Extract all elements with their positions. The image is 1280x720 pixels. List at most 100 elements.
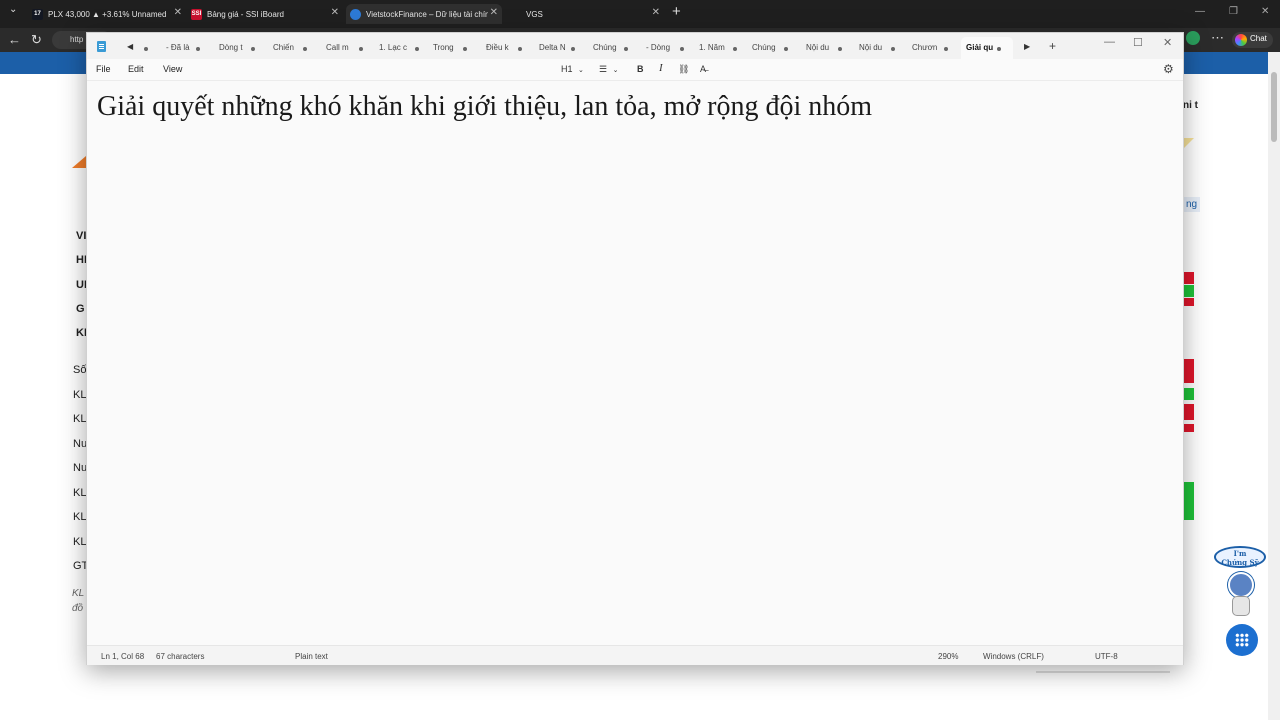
chung-sy-mascot[interactable]: I'm Chứng Sỹ — [1214, 546, 1266, 616]
link-icon[interactable]: ⛓ — [678, 64, 689, 75]
notepad-tab-label: Call m — [326, 43, 349, 52]
notepad-tab[interactable]: Dòng t — [219, 37, 259, 59]
notepad-tab[interactable]: Trong — [433, 37, 473, 59]
close-icon[interactable]: ✕ — [652, 7, 660, 18]
chevron-down-icon: ⌄ — [578, 67, 584, 74]
notepad-tab[interactable]: Điều k — [486, 37, 528, 59]
unsaved-dot-icon — [196, 47, 200, 51]
right-side-button[interactable]: ng — [1183, 197, 1201, 212]
page-scrollbar[interactable] — [1268, 52, 1280, 720]
notepad-tab[interactable]: Chươn — [912, 37, 952, 59]
unsaved-dot-icon — [944, 47, 948, 51]
notepad-tab[interactable]: Nội du — [859, 37, 899, 59]
clear-formatting-icon[interactable]: A̶ — [700, 64, 706, 74]
browser-tab-label: Bảng giá - SSI iBoard — [207, 9, 284, 19]
minimize-icon[interactable]: — — [1104, 36, 1115, 48]
notepad-tab[interactable]: 1. Năm — [699, 37, 743, 59]
zoom-level[interactable]: 290% — [938, 652, 958, 661]
unsaved-dot-icon — [891, 47, 895, 51]
notepad-tab[interactable]: Chúng — [593, 37, 633, 59]
right-snippet-text: ni t — [1183, 100, 1198, 111]
robot-head-icon — [1228, 572, 1254, 598]
notepad-tab-label: Trong — [433, 43, 454, 52]
editor-heading-text[interactable]: Giải quyết những khó khăn khi giới thiệu… — [97, 91, 872, 123]
notepad-menu-bar: File Edit View H1 ⌄ ☰ ⌄ B I ⛓ A̶ ⚙ — [87, 59, 1183, 81]
unsaved-dot-icon — [680, 47, 684, 51]
reload-icon[interactable]: ↻ — [31, 32, 42, 48]
line-ending[interactable]: Windows (CRLF) — [983, 652, 1044, 661]
close-icon[interactable]: ✕ — [331, 7, 339, 18]
price-cell-green — [1184, 285, 1194, 297]
notepad-tab-label: Chúng — [752, 43, 776, 52]
browser-tab-vietstock[interactable]: VietstockFinance – Dữ liệu tài chính ✕ — [346, 4, 502, 24]
unsaved-dot-icon — [518, 47, 522, 51]
menu-edit[interactable]: Edit — [128, 64, 144, 74]
price-cell-red — [1184, 272, 1194, 284]
restore-icon[interactable]: ❐ — [1229, 6, 1238, 17]
notepad-tab-label: - Đã là — [166, 43, 190, 52]
stock-label: G — [76, 303, 85, 315]
copilot-chat-button[interactable]: Chat — [1232, 32, 1273, 48]
notepad-tab-label: Dòng t — [219, 43, 243, 52]
notepad-tab[interactable] — [144, 37, 152, 59]
notepad-tab[interactable]: Nội du — [806, 37, 846, 59]
notepad-tab[interactable]: Delta N — [539, 37, 579, 59]
browser-tab-ssi[interactable]: SSI Bảng giá - SSI iBoard ✕ — [191, 4, 339, 24]
notepad-tab[interactable]: - Dòng — [646, 37, 690, 59]
data-label: KL — [73, 536, 87, 548]
notepad-tab[interactable]: Chúng — [752, 37, 792, 59]
unsaved-dot-icon — [415, 47, 419, 51]
robot-body-icon — [1232, 596, 1250, 616]
scroll-tabs-right-icon[interactable]: ▶ — [1024, 42, 1030, 51]
notepad-tab[interactable]: Chiến — [273, 37, 313, 59]
mascot-text: Chứng Sỹ — [1221, 558, 1259, 567]
notepad-tab[interactable]: Call m — [326, 37, 368, 59]
unsaved-dot-icon — [624, 47, 628, 51]
list-dropdown[interactable]: ☰ ⌄ — [599, 64, 618, 75]
notepad-tab-label: Nội du — [859, 43, 883, 52]
unsaved-dot-icon — [463, 47, 467, 51]
text-mode[interactable]: Plain text — [295, 652, 328, 661]
back-arrow-icon[interactable]: ← — [8, 32, 21, 47]
encoding[interactable]: UTF-8 — [1095, 652, 1118, 661]
bold-button[interactable]: B — [637, 64, 644, 74]
menu-file[interactable]: File — [96, 64, 111, 74]
notepad-app-icon — [97, 41, 106, 52]
apps-grid-button[interactable] — [1226, 624, 1258, 656]
extension-icon[interactable] — [1186, 31, 1200, 45]
close-icon[interactable]: ✕ — [490, 7, 498, 18]
data-label: KL — [73, 511, 87, 523]
divider-line — [1036, 671, 1170, 673]
notepad-tab[interactable]: - Đã là — [166, 37, 206, 59]
orange-triangle-decoration — [72, 156, 86, 168]
minimize-icon[interactable]: — — [1195, 6, 1205, 17]
settings-gear-icon[interactable]: ⚙ — [1163, 62, 1174, 76]
tradingview-icon: 17 — [32, 8, 43, 20]
close-icon[interactable]: ✕ — [174, 7, 182, 18]
close-window-icon[interactable]: ✕ — [1261, 6, 1269, 17]
data-label: KL — [73, 389, 87, 401]
unsaved-dot-icon — [733, 47, 737, 51]
notepad-tab-active[interactable]: Giải qu — [961, 37, 1013, 59]
new-tab-plus-icon[interactable]: + — [672, 3, 681, 20]
browser-tab-vgs[interactable]: VGS ✕ — [510, 4, 660, 24]
new-tab-plus-icon[interactable]: + — [1049, 39, 1056, 53]
notepad-editor[interactable]: Giải quyết những khó khăn khi giới thiệu… — [87, 81, 1183, 643]
unsaved-dot-icon — [303, 47, 307, 51]
heading-dropdown[interactable]: H1 ⌄ — [561, 64, 584, 74]
more-menu-icon[interactable]: ⋯ — [1211, 30, 1224, 46]
price-cell-red — [1184, 404, 1194, 420]
close-window-icon[interactable]: ✕ — [1163, 36, 1172, 49]
notepad-tab-label: Chiến — [273, 43, 294, 52]
maximize-icon[interactable]: ☐ — [1133, 36, 1143, 49]
notepad-tab[interactable]: 1. Lạc c — [379, 37, 423, 59]
tab-list-chevron-icon[interactable]: ⌄ — [9, 4, 17, 15]
notepad-tab-label: Chươn — [912, 43, 938, 52]
unsaved-dot-icon — [838, 47, 842, 51]
menu-view[interactable]: View — [163, 64, 182, 74]
browser-tab-plx[interactable]: 17 PLX 43,000 ▲ +3.61% Unnamed ✕ — [32, 4, 182, 24]
italic-button[interactable]: I — [659, 62, 663, 74]
scroll-tabs-left-icon[interactable]: ◀ — [127, 42, 133, 51]
notepad-tab-label: Giải qu — [966, 43, 994, 52]
mascot-text: I'm — [1233, 549, 1247, 558]
